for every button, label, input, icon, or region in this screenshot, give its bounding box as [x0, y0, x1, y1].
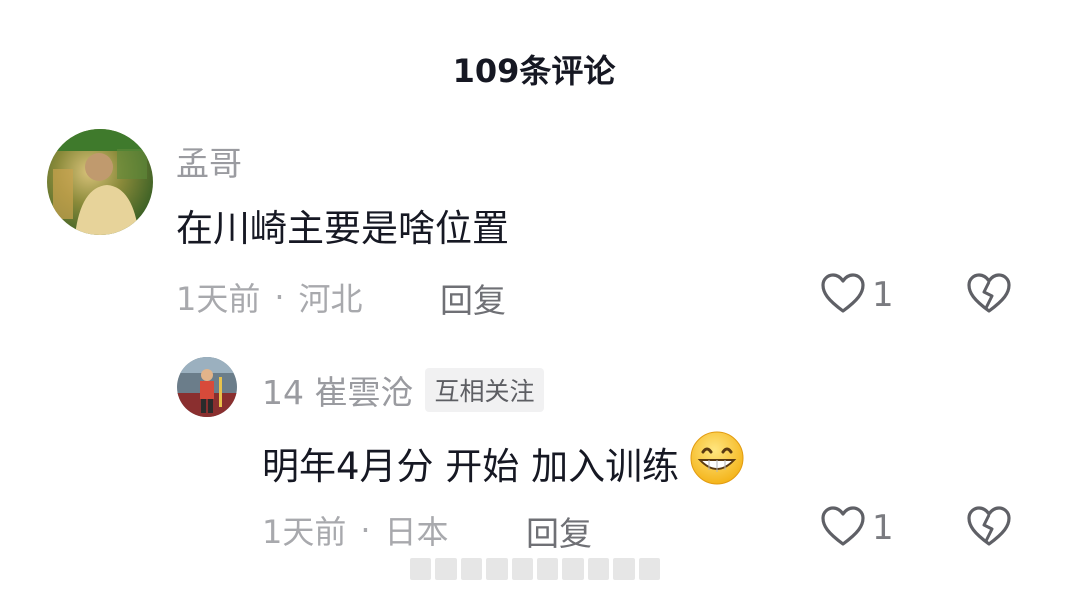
- like-count: 1: [872, 275, 894, 315]
- comment-username[interactable]: 孟哥: [176, 137, 242, 185]
- meta-separator: ·: [360, 511, 371, 549]
- heart-outline-icon: [820, 272, 866, 318]
- comment-text: 在川崎主要是啥位置: [176, 207, 509, 250]
- broken-heart-icon: [966, 273, 1012, 318]
- watermark: [410, 558, 661, 580]
- heart-outline-icon: [820, 505, 866, 551]
- page-title: 109条评论: [452, 52, 616, 90]
- reply-button[interactable]: 回复: [526, 507, 592, 555]
- broken-heart-icon: [966, 506, 1012, 551]
- dislike-button[interactable]: [966, 272, 1012, 318]
- reply-dislike-button[interactable]: [966, 505, 1012, 551]
- reply-text-row: 明年4月分 开始 加入训练: [262, 430, 745, 495]
- grinning-face-emoji: [689, 430, 745, 495]
- reply-header: 14 崔雲沧 互相关注: [262, 366, 544, 414]
- meta-separator: ·: [274, 278, 285, 316]
- comment-time: 1天前: [176, 280, 261, 318]
- reply-time: 1天前: [262, 513, 347, 551]
- mutual-follow-badge: 互相关注: [425, 368, 544, 412]
- reply-like-button[interactable]: 1: [820, 505, 894, 551]
- like-button[interactable]: 1: [820, 272, 894, 318]
- reply-button[interactable]: 回复: [440, 274, 506, 322]
- like-count: 1: [872, 508, 894, 548]
- reply-text: 明年4月分 开始 加入训练: [262, 444, 680, 488]
- reply-meta: 1天前 · 日本: [262, 507, 449, 553]
- comment-meta: 1天前 · 河北: [176, 274, 363, 320]
- reply-avatar[interactable]: [177, 357, 237, 417]
- reply-location: 日本: [384, 513, 449, 551]
- avatar[interactable]: [47, 129, 153, 235]
- reply-username[interactable]: 14 崔雲沧: [262, 366, 413, 414]
- comment-location: 河北: [298, 280, 363, 318]
